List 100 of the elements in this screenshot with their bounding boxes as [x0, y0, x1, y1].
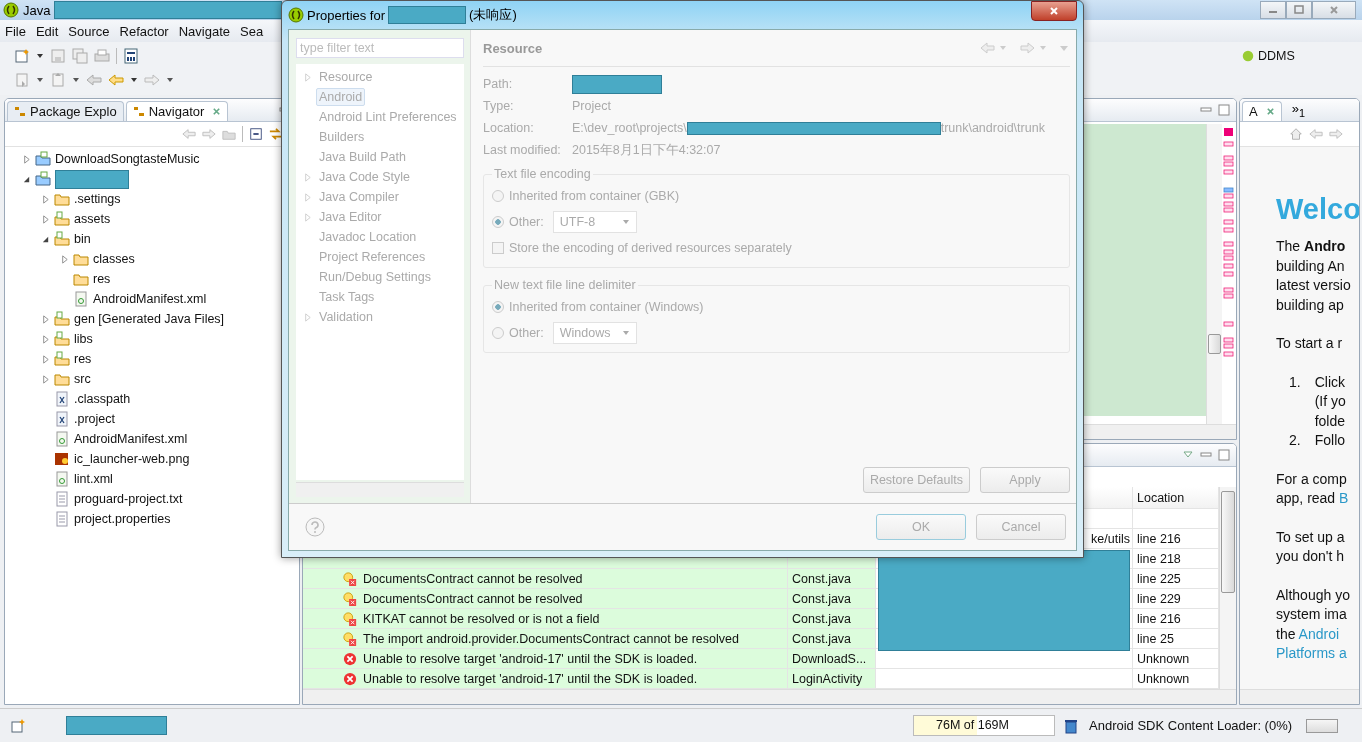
maximize-button[interactable] — [1286, 1, 1312, 19]
radio-button[interactable] — [492, 301, 504, 313]
help-icon[interactable] — [305, 517, 325, 537]
tree-item[interactable]: assets — [74, 212, 111, 226]
filter-field[interactable]: type filter text — [296, 38, 464, 58]
vertical-scrollbar[interactable] — [1206, 124, 1222, 424]
back-arrow-icon[interactable] — [1309, 127, 1323, 141]
tree-item[interactable]: proguard-project.txt — [74, 492, 183, 506]
package-folder-icon — [54, 231, 70, 247]
tree-item[interactable]: libs — [74, 332, 93, 346]
caret-icon[interactable] — [72, 76, 80, 84]
horizontal-scrollbar[interactable] — [296, 482, 464, 497]
expand-toggle-icon[interactable] — [302, 72, 312, 82]
menu-item[interactable]: Sea — [235, 23, 269, 39]
caret-icon[interactable] — [36, 52, 44, 60]
tree-item[interactable]: res — [93, 272, 111, 286]
horizontal-scrollbar[interactable] — [303, 689, 1236, 704]
close-icon[interactable] — [212, 107, 222, 116]
tree-item[interactable]: AndroidManifest.xml — [93, 292, 207, 306]
menu-item[interactable]: Source — [63, 23, 115, 39]
menu-item[interactable]: Refactor — [114, 23, 174, 39]
expand-toggle-icon[interactable] — [40, 194, 50, 204]
vertical-scrollbar[interactable] — [1219, 487, 1236, 689]
back-arrow-icon[interactable] — [86, 72, 102, 88]
expand-toggle-icon[interactable] — [40, 314, 50, 324]
tree-item[interactable]: .project — [74, 412, 115, 426]
tree-item[interactable]: res — [74, 352, 92, 366]
back-arrow-icon[interactable] — [108, 72, 124, 88]
table-cell: DocumentsContract cannot be resolved — [363, 569, 788, 589]
close-button[interactable] — [1031, 1, 1077, 21]
tree-item[interactable]: AndroidManifest.xml — [74, 432, 188, 446]
back-forward-arrows-icon[interactable] — [980, 42, 1070, 54]
expand-toggle-icon[interactable] — [302, 192, 312, 202]
table-cell: Const.java — [788, 589, 876, 609]
expand-toggle-icon[interactable] — [21, 154, 31, 164]
caret-icon — [621, 218, 630, 226]
forward-arrow-icon[interactable] — [144, 72, 160, 88]
checkbox[interactable] — [492, 242, 504, 254]
minimize-button[interactable] — [1260, 1, 1286, 19]
expand-toggle-icon[interactable] — [40, 214, 50, 224]
view-tab[interactable]: Package Explo — [7, 101, 124, 121]
error-icon — [343, 651, 357, 666]
view-tab[interactable]: Navigator — [125, 101, 229, 121]
caret-icon[interactable] — [36, 76, 44, 84]
tree-item[interactable]: classes — [93, 252, 135, 266]
expand-toggle-icon[interactable] — [302, 212, 312, 222]
tree-item[interactable]: gen [Generated Java Files] — [74, 312, 225, 326]
horizontal-scrollbar[interactable] — [1240, 689, 1359, 704]
link-editor-icon[interactable] — [269, 127, 283, 141]
caret-icon[interactable] — [130, 76, 138, 84]
maximize-icon[interactable] — [1218, 104, 1230, 116]
back-arrow-icon[interactable] — [182, 127, 196, 141]
menu-item[interactable]: Edit — [30, 23, 64, 39]
tree-item[interactable]: src — [74, 372, 91, 386]
forward-arrow-icon[interactable] — [202, 127, 216, 141]
expand-toggle-icon[interactable] — [302, 172, 312, 182]
binary-file-icon[interactable] — [123, 48, 139, 64]
next-annotation-icon[interactable] — [14, 72, 30, 88]
radio-button[interactable] — [492, 216, 504, 228]
radio-button[interactable] — [492, 190, 504, 202]
previous-annotation-icon[interactable] — [50, 72, 66, 88]
tree-item[interactable]: DownloadSongtasteMusic — [55, 152, 200, 166]
tree-item[interactable]: ic_launcher-web.png — [74, 452, 190, 466]
save-all-icon[interactable] — [72, 48, 88, 64]
expand-toggle-icon[interactable] — [40, 234, 50, 244]
expand-toggle-icon[interactable] — [40, 354, 50, 364]
view-tab[interactable]: A — [1242, 101, 1282, 121]
expand-toggle-icon[interactable] — [40, 374, 50, 384]
collapse-all-icon[interactable] — [249, 127, 263, 141]
welcome-paragraph: For a comp app, read B — [1276, 469, 1350, 508]
tree-item[interactable]: .settings — [74, 192, 121, 206]
warning-bulb-icon — [343, 571, 357, 586]
tree-item[interactable]: bin — [74, 232, 91, 246]
caret-icon[interactable] — [166, 76, 174, 84]
close-icon[interactable] — [1265, 107, 1275, 116]
expand-toggle-icon[interactable] — [302, 312, 312, 322]
tree-item[interactable]: project.properties — [74, 512, 171, 526]
trash-icon[interactable] — [1063, 717, 1079, 734]
forward-arrow-icon[interactable] — [1329, 127, 1343, 141]
heap-status[interactable]: 76M of 169M — [913, 715, 1055, 736]
tree-item[interactable]: lint.xml — [74, 472, 113, 486]
new-item-icon[interactable] — [10, 717, 26, 734]
overflow-tab-button[interactable]: »$_{1}$ — [1283, 101, 1313, 121]
radio-button[interactable] — [492, 327, 504, 339]
save-icon[interactable] — [50, 48, 66, 64]
home-icon[interactable] — [1289, 127, 1303, 141]
tree-item[interactable]: .classpath — [74, 392, 131, 406]
new-file-icon[interactable] — [14, 48, 30, 64]
column-header[interactable]: Location — [1133, 487, 1219, 509]
radio-label: Inherited from container (GBK) — [509, 189, 680, 203]
expand-toggle-icon[interactable] — [21, 174, 31, 184]
package-folder-icon — [54, 331, 70, 347]
expand-toggle-icon[interactable] — [59, 254, 69, 264]
expand-toggle-icon[interactable] — [40, 334, 50, 344]
perspective-button[interactable]: DDMS — [1241, 49, 1295, 63]
menu-item[interactable]: Navigate — [173, 23, 235, 39]
maximize-icon[interactable] — [1218, 449, 1230, 461]
print-icon[interactable] — [94, 48, 110, 64]
welcome-paragraph: To start a r — [1276, 334, 1344, 353]
menu-item[interactable]: File — [0, 23, 31, 39]
